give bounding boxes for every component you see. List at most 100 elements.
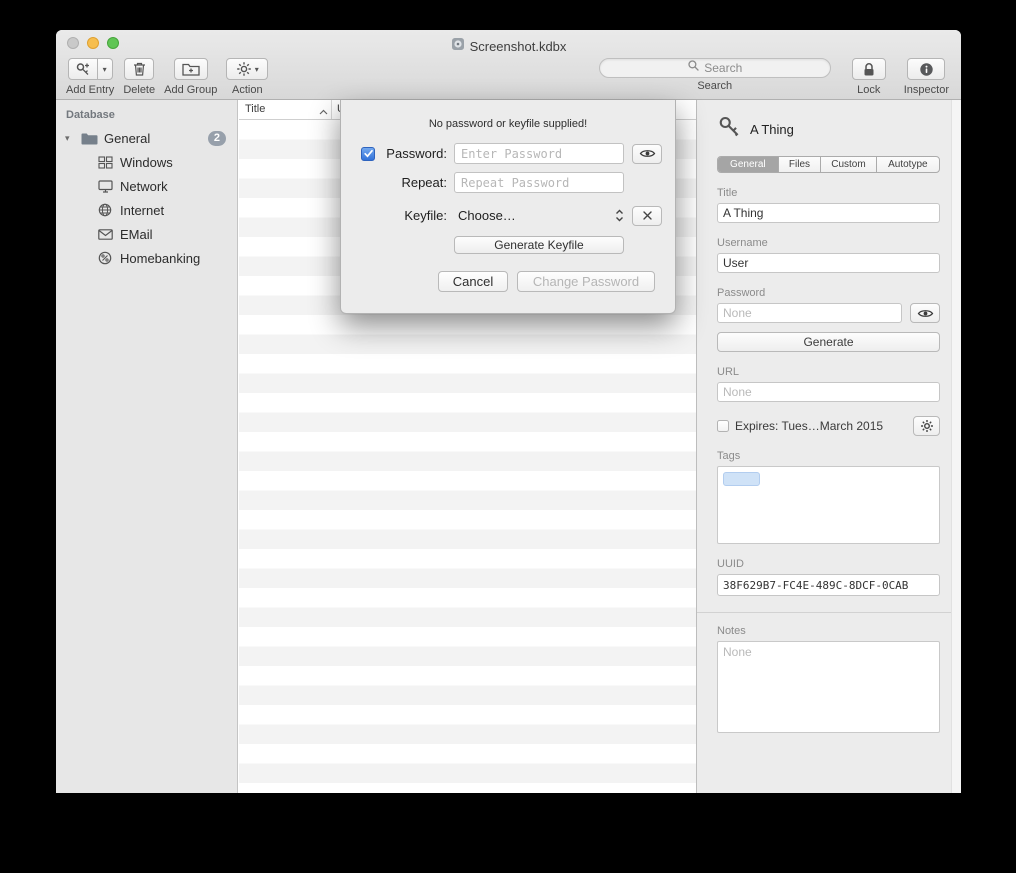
stepper-icon [615,208,624,223]
keyfile-popup-value: Choose… [458,208,615,223]
url-field[interactable] [717,382,940,402]
clear-keyfile-button[interactable] [632,206,662,226]
tags-box[interactable] [717,466,940,544]
title-field-label: Title [717,187,940,199]
inspector-group: Inspector [904,58,949,96]
dialog-repeat-input[interactable] [454,172,624,193]
search-input[interactable]: Search [599,58,831,78]
uuid-label: UUID [717,558,940,570]
password-checkbox[interactable] [361,147,375,161]
dialog-keyfile-label: Keyfile: [377,208,447,223]
show-password-button[interactable] [910,303,940,323]
add-group-button[interactable] [174,58,208,80]
add-entry-dropdown[interactable]: ▾ [98,58,113,80]
key-icon [717,114,741,145]
dialog-message: No password or keyfile supplied! [341,118,675,130]
envelope-icon [96,226,114,242]
inspector-scrollbar[interactable] [951,100,961,793]
username-field[interactable] [717,253,940,273]
folder-plus-icon [182,62,200,76]
add-group-label: Add Group [164,84,217,96]
uuid-field[interactable] [717,574,940,596]
window-title: Screenshot.kdbx [470,39,567,54]
column-divider[interactable] [331,100,332,119]
titlebar[interactable]: Screenshot.kdbx [56,30,961,56]
app-window: Screenshot.kdbx ▾ Add Entry Delete [56,30,961,793]
sidebar-group-general[interactable]: ▾ General 2 [56,126,237,150]
sidebar-item-homebanking[interactable]: Homebanking [56,246,237,270]
lock-icon [862,62,876,77]
username-field-label: Username [717,237,940,249]
cancel-button[interactable]: Cancel [438,271,508,292]
search-label: Search [697,80,732,92]
sidebar-item-internet[interactable]: Internet [56,198,237,222]
lock-button[interactable] [852,58,886,80]
expires-checkbox[interactable] [717,420,729,432]
tab-files[interactable]: Files [778,157,821,172]
toolbar: ▾ Add Entry Delete Add Group [56,56,961,100]
sidebar-header: Database [66,109,237,121]
title-field[interactable] [717,203,940,223]
traffic-lights [67,37,119,49]
expires-label: Expires: Tues…March 2015 [735,419,907,433]
tab-general[interactable]: General [718,157,778,172]
content-area: Database ▾ General 2 Windows Network Int… [56,100,961,793]
keyfile-popup[interactable]: Choose… [454,205,624,226]
tag-pill[interactable] [723,472,760,486]
minimize-button[interactable] [87,37,99,49]
close-button[interactable] [67,37,79,49]
sidebar-item-label: Internet [120,203,164,218]
add-entry-label: Add Entry [66,84,114,96]
password-row [717,303,940,323]
sidebar: Database ▾ General 2 Windows Network Int… [56,100,238,793]
sidebar-item-windows[interactable]: Windows [56,150,237,174]
expires-row: Expires: Tues…March 2015 [717,416,940,436]
sort-ascending-icon [319,106,328,118]
password-field[interactable] [717,303,902,323]
inspector-label: Inspector [904,84,949,96]
gear-icon [236,61,252,77]
notes-label: Notes [717,625,940,637]
sidebar-item-label: EMail [120,227,153,242]
dialog-show-password-button[interactable] [632,144,662,164]
expires-settings-button[interactable] [913,416,940,436]
dialog-repeat-row: Repeat: [361,172,675,193]
dialog-actions: Cancel Change Password [341,271,655,292]
add-group-group: Add Group [164,58,217,96]
disclosure-triangle-icon[interactable]: ▾ [65,133,80,144]
sidebar-item-email[interactable]: EMail [56,222,237,246]
column-header-title[interactable]: Title [245,103,265,115]
generate-password-button[interactable]: Generate [717,332,940,352]
close-icon [642,210,653,221]
action-button[interactable]: ▾ [226,58,268,80]
generate-keyfile-button[interactable]: Generate Keyfile [454,236,624,254]
notes-field[interactable] [717,641,940,733]
tab-custom[interactable]: Custom [820,157,876,172]
action-label: Action [232,84,263,96]
dialog-keyfile-row: Keyfile: Choose… [361,205,675,226]
dialog-password-input[interactable] [454,143,624,164]
password-dialog: No password or keyfile supplied! Passwor… [340,100,676,314]
tags-label: Tags [717,450,940,462]
chevron-down-icon: ▾ [255,65,259,74]
window-title-area: Screenshot.kdbx [451,37,567,56]
window-chrome: Screenshot.kdbx ▾ Add Entry Delete [56,30,961,100]
add-entry-button[interactable] [68,58,98,80]
change-password-button[interactable]: Change Password [517,271,655,292]
eye-icon [917,308,934,319]
sidebar-item-label: Homebanking [120,251,200,266]
entry-header: A Thing [717,116,940,142]
gear-icon [920,419,934,433]
delete-button[interactable] [124,58,154,80]
inspector-content: A Thing General Files Custom Autotype Ti… [697,100,961,738]
chevron-down-icon: ▾ [103,65,107,74]
inspector-button[interactable] [907,58,945,80]
count-badge: 2 [208,131,226,146]
inspector-tabs: General Files Custom Autotype [717,156,940,173]
document-icon [451,37,465,56]
tab-autotype[interactable]: Autotype [876,157,939,172]
zoom-button[interactable] [107,37,119,49]
sidebar-item-label: Windows [120,155,173,170]
dialog-password-row: Password: [361,143,675,164]
sidebar-item-network[interactable]: Network [56,174,237,198]
